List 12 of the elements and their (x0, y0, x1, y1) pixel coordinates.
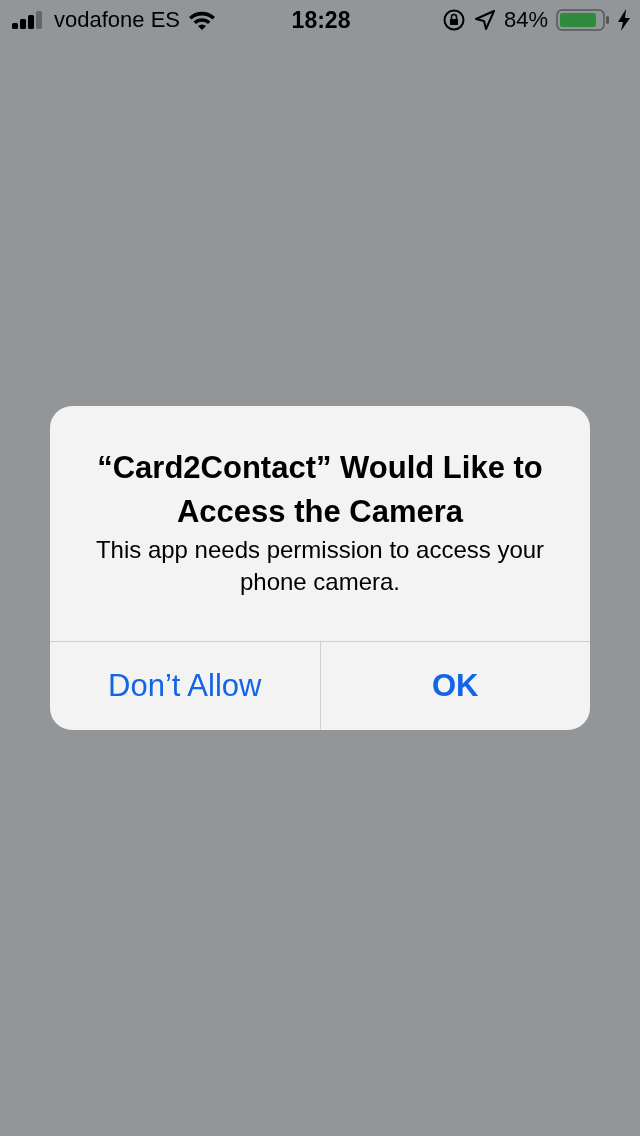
alert-title: “Card2Contact” Would Like to Access the Camera (96, 449, 544, 531)
wifi-icon (188, 10, 216, 30)
alert-message: This app needs permission to access your phone camera. (94, 535, 546, 597)
clock-time: 18:28 (291, 6, 351, 34)
rotation-lock-icon (441, 8, 466, 32)
battery-percentage: 84% (503, 7, 548, 33)
charging-bolt-icon (618, 9, 630, 31)
cancel-button[interactable]: Don’t Allow (50, 642, 320, 730)
battery-icon (556, 9, 610, 31)
ok-button[interactable]: OK (319, 642, 590, 730)
location-arrow-icon (473, 9, 496, 31)
carrier-name: vodafone ES (54, 7, 180, 33)
